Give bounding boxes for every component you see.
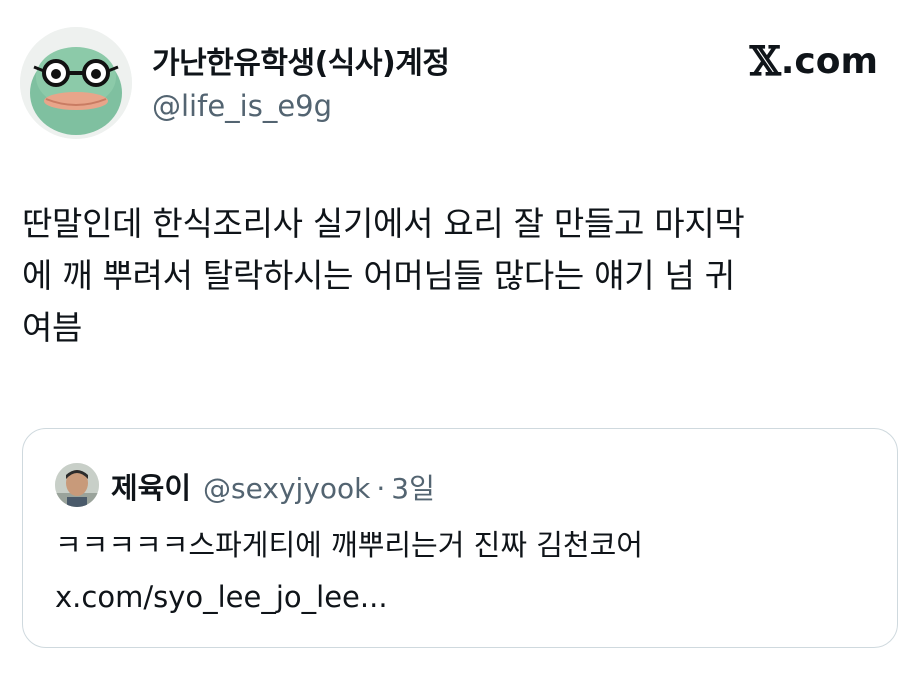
x-logo-icon: 𝕏 .com	[750, 38, 878, 85]
tweet-text: 딴말인데 한식조리사 실기에서 요리 잘 만들고 마지막 에 깨 뿌려서 탈락하…	[22, 204, 745, 347]
x-logo-glyph: 𝕏	[749, 38, 781, 85]
quoted-author-avatar[interactable]	[55, 463, 99, 507]
header-separator: ·	[376, 472, 386, 505]
author-handle[interactable]: @life_is_e9g	[152, 89, 332, 123]
author-avatar[interactable]	[20, 27, 132, 139]
quoted-tweet-time[interactable]: 3일	[391, 467, 435, 507]
person-avatar-icon	[55, 463, 99, 507]
quoted-tweet-header: 제육이 @sexyjyook · 3일	[111, 465, 435, 507]
quoted-author-display-name[interactable]: 제육이	[111, 465, 191, 507]
quoted-tweet-card[interactable]: 제육이 @sexyjyook · 3일 ㅋㅋㅋㅋㅋ스파게티에 깨뿌리는거 진짜 …	[22, 428, 898, 648]
quoted-tweet-text: ㅋㅋㅋㅋㅋ스파게티에 깨뿌리는거 진짜 김천코어 x.com/syo_lee_j…	[55, 528, 643, 614]
quoted-author-handle[interactable]: @sexyjyook	[203, 472, 370, 505]
brand-domain-suffix: .com	[780, 41, 878, 82]
author-display-name[interactable]: 가난한유학생(식사)계정	[152, 38, 450, 82]
frog-avatar-icon	[20, 27, 132, 139]
